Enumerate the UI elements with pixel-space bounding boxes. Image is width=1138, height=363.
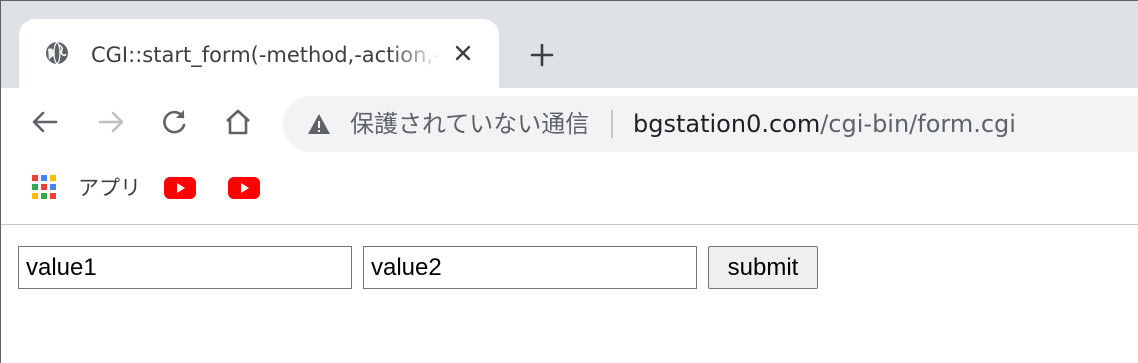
tab-title: CGI::start_form(-method,-action,-enctype… — [91, 43, 441, 67]
youtube-icon[interactable] — [228, 177, 260, 199]
security-label[interactable]: 保護されていない通信 — [350, 108, 589, 140]
submit-button[interactable]: submit — [708, 246, 818, 289]
address-bar[interactable]: 保護されていない通信 bgstation0.com/cgi-bin/form.c… — [283, 96, 1138, 152]
forward-arrow-icon[interactable] — [95, 106, 127, 138]
bookmarks-bar: アプリ — [1, 158, 1138, 224]
home-icon[interactable] — [222, 106, 254, 138]
omnibox-separator — [611, 110, 613, 138]
tab-strip: CGI::start_form(-method,-action,-enctype… — [1, 1, 1138, 88]
back-arrow-icon[interactable] — [29, 106, 61, 138]
apps-grid-icon — [32, 175, 56, 199]
text-field-1[interactable] — [18, 246, 352, 289]
youtube-icon[interactable] — [164, 177, 196, 199]
new-tab-button[interactable] — [528, 41, 556, 69]
browser-toolbar: 保護されていない通信 bgstation0.com/cgi-bin/form.c… — [1, 88, 1138, 158]
page-content: submit — [1, 225, 1138, 363]
text-field-2[interactable] — [363, 246, 697, 289]
url-path: /cgi-bin/form.cgi — [820, 110, 1016, 138]
active-tab[interactable]: CGI::start_form(-method,-action,-enctype… — [19, 19, 499, 88]
close-icon[interactable] — [451, 41, 475, 65]
warning-icon[interactable] — [307, 112, 331, 136]
browser-window: CGI::start_form(-method,-action,-enctype… — [0, 0, 1138, 363]
url-text[interactable]: bgstation0.com/cgi-bin/form.cgi — [633, 108, 1016, 140]
globe-icon — [46, 41, 68, 65]
url-host: bgstation0.com — [633, 110, 821, 138]
reload-icon[interactable] — [158, 106, 190, 138]
apps-label: アプリ — [78, 176, 141, 200]
